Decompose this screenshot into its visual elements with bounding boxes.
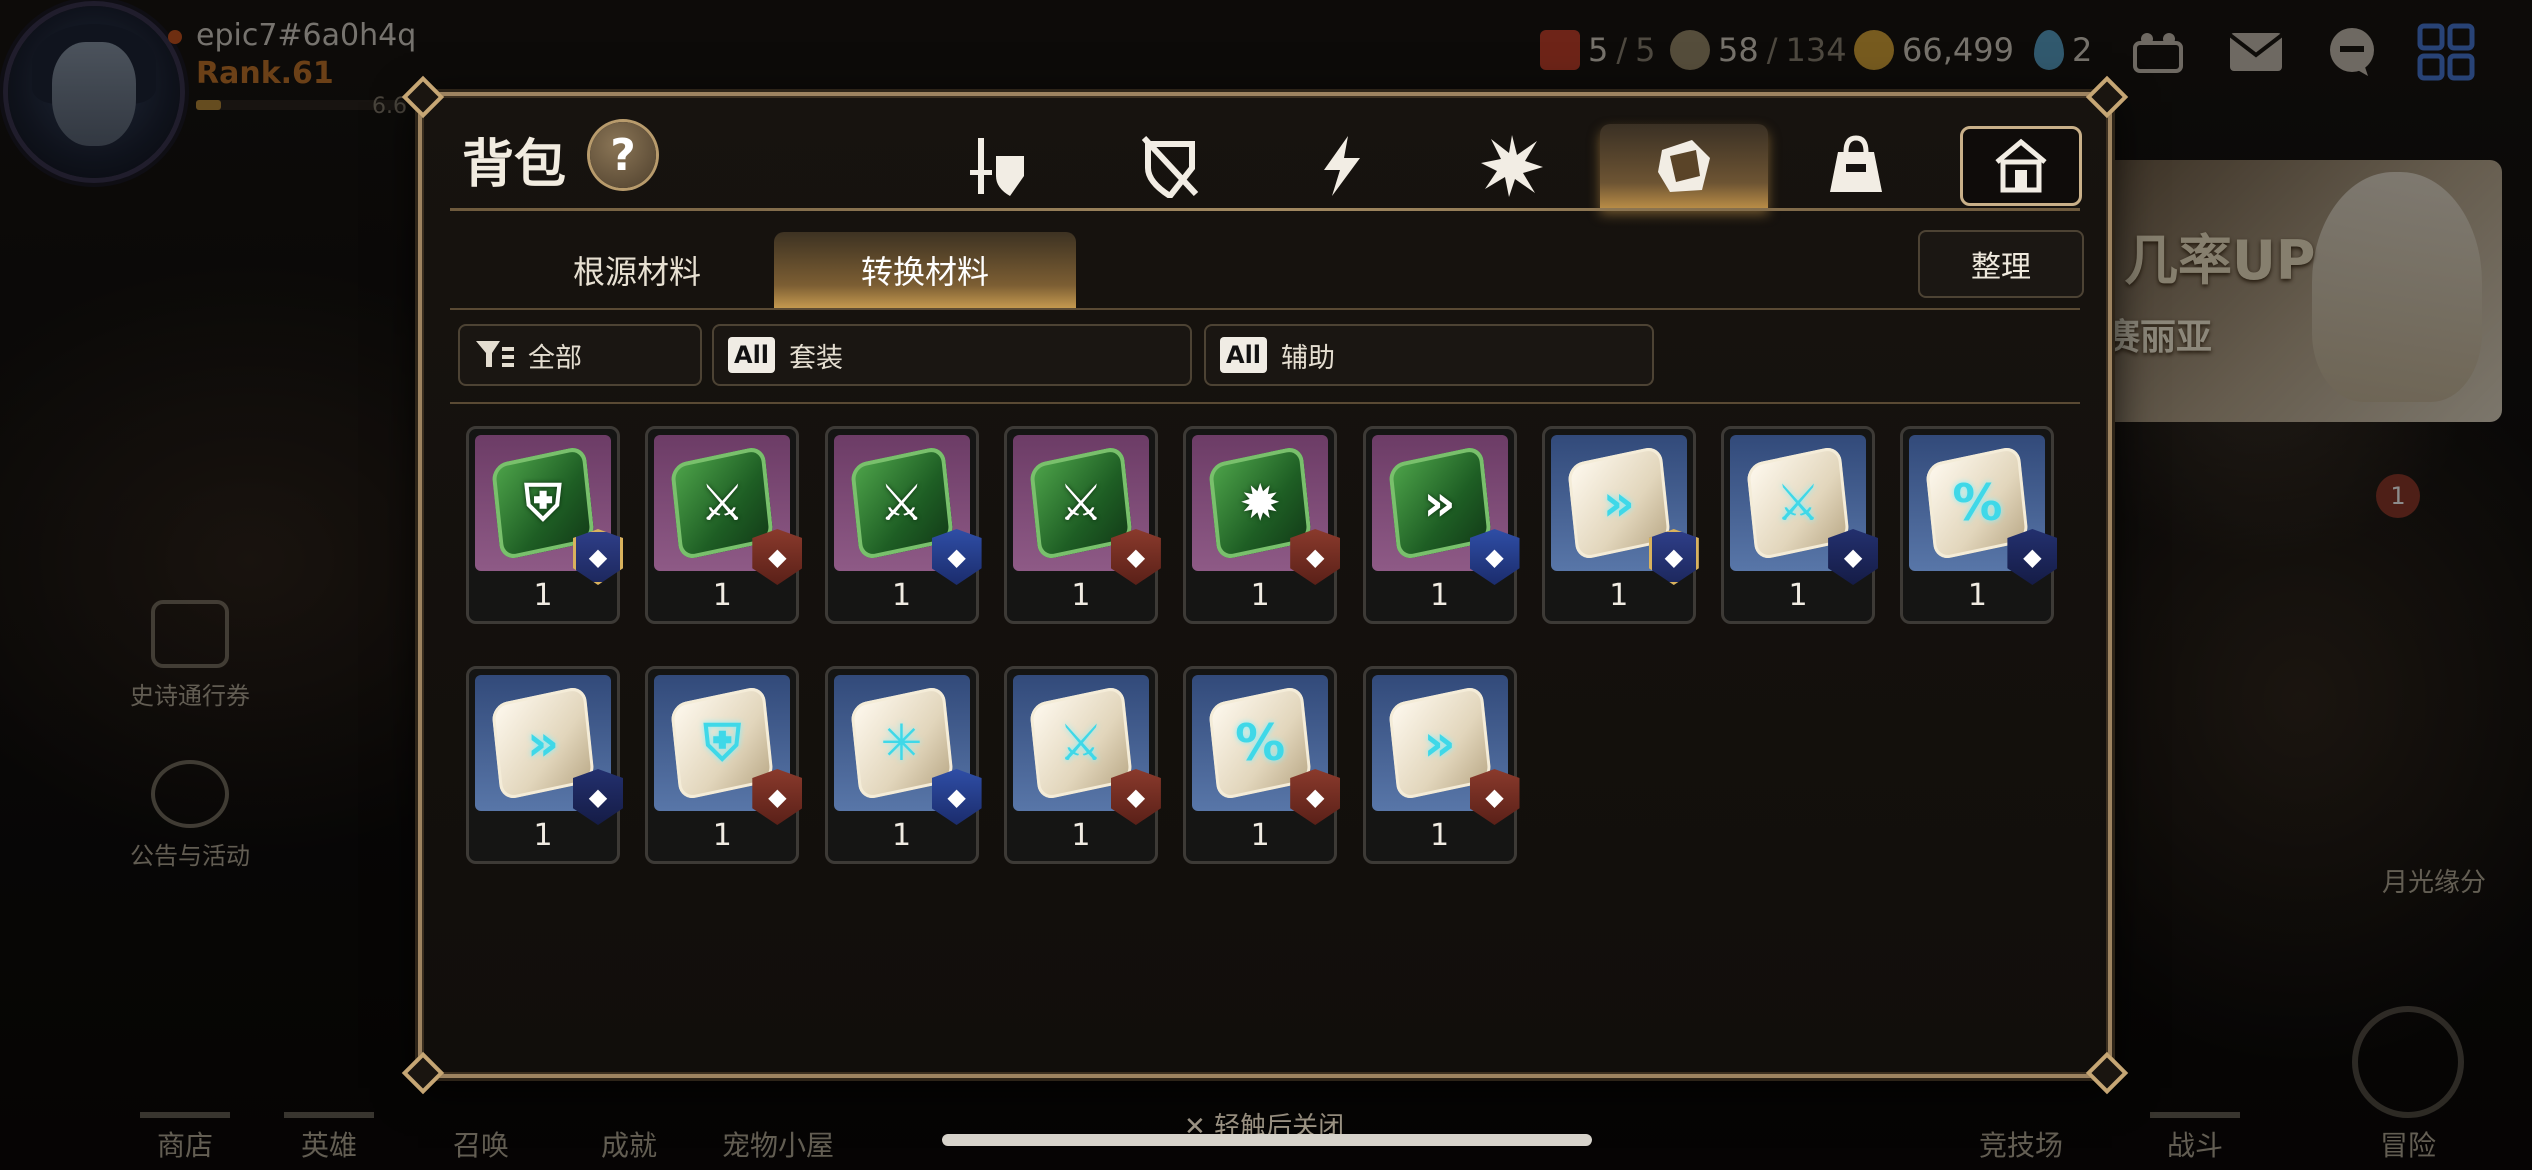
subtab-divider <box>450 308 2080 310</box>
subtab-conversion-materials[interactable]: 转换材料 <box>774 232 1076 308</box>
item-count: 1 <box>1071 578 1091 613</box>
item-slot[interactable]: » ◆ 1 <box>466 666 623 864</box>
counter-set-icon: ◆ <box>1110 769 1161 825</box>
tab-divider <box>450 208 2080 211</box>
item-slot[interactable]: » ◆ 1 <box>1541 426 1699 624</box>
sort-button[interactable]: 整理 <box>1918 230 2084 298</box>
speed-set-icon: ◆ <box>1469 529 1520 585</box>
rune-glyph-icon: ⚔ <box>879 474 924 532</box>
lifesteal-set-icon: ◆ <box>1290 529 1341 585</box>
rune-glyph-icon: % <box>1235 714 1286 772</box>
item-slot[interactable]: % ◆ 1 <box>1900 426 2058 624</box>
health-set-icon: ◆ <box>573 769 623 825</box>
health-set-icon: ◆ <box>1828 529 1879 585</box>
tab-special[interactable] <box>1428 124 1596 208</box>
health-set-icon: ◆ <box>2007 529 2058 585</box>
item-count: 1 <box>1429 578 1450 613</box>
destruction-set-icon: ◆ <box>752 529 803 585</box>
item-slot[interactable]: ⚔ ◆ 1 <box>645 426 803 624</box>
panel-title: 背包 <box>462 135 567 195</box>
rune-glyph-icon: » <box>1602 474 1635 532</box>
item-slot[interactable]: ⚔ ◆ 1 <box>1003 426 1161 624</box>
filter-divider <box>450 402 2080 404</box>
item-count: 1 <box>1250 818 1270 853</box>
filter-set-label: 套装 <box>789 342 844 374</box>
tab-storage[interactable] <box>1960 126 2082 206</box>
attack-set-icon: ◆ <box>931 529 982 585</box>
rune-glyph-icon: ✳ <box>880 714 923 772</box>
shield-slash-icon <box>1141 135 1199 198</box>
rune-glyph-icon: ⚔ <box>1058 474 1104 532</box>
tab-catalyst[interactable] <box>1258 124 1426 208</box>
item-count: 1 <box>1788 578 1808 613</box>
subtab-origin-materials[interactable]: 根源材料 <box>486 232 788 308</box>
help-button[interactable]: ? <box>590 122 656 188</box>
rune-glyph-icon: ⚔ <box>699 474 745 532</box>
tab-consumables[interactable] <box>1772 124 1940 208</box>
item-slot[interactable]: » ◆ 1 <box>1362 426 1520 624</box>
item-slot[interactable]: ⚔ ◆ 1 <box>824 426 982 624</box>
item-count: 1 <box>1250 578 1270 613</box>
tab-equipment[interactable] <box>914 124 1082 208</box>
rune-glyph-icon: ⚔ <box>1775 474 1821 532</box>
counter-set-icon: ◆ <box>1290 769 1341 825</box>
filter-all-label: 全部 <box>528 342 582 374</box>
tab-artifact[interactable] <box>1086 124 1254 208</box>
item-count: 1 <box>1967 578 1987 613</box>
burst-icon <box>1481 135 1543 197</box>
item-count: 1 <box>533 818 553 853</box>
item-count: 1 <box>712 818 732 853</box>
filter-support-label: 辅助 <box>1281 342 1336 374</box>
filter-all-dropdown[interactable]: 全部 <box>458 324 702 386</box>
item-count: 1 <box>1609 578 1629 613</box>
filter-set-dropdown[interactable]: All 套装 <box>712 324 1192 386</box>
item-slot[interactable]: ⚔ ◆ 1 <box>1003 666 1161 864</box>
item-count: 1 <box>892 578 912 613</box>
counter-set-icon: ◆ <box>1469 769 1520 825</box>
item-slot[interactable]: ✹ ◆ 1 <box>1183 426 1341 624</box>
bag-icon <box>1830 135 1882 192</box>
filter-support-badge: All <box>1220 337 1268 373</box>
lightning-icon <box>1324 136 1360 196</box>
guard-set-icon: ◆ <box>573 529 623 585</box>
rune-glyph-icon: » <box>1423 474 1456 532</box>
rune-glyph-icon: ⛨ <box>703 713 742 772</box>
filter-support-dropdown[interactable]: All 辅助 <box>1204 324 1654 386</box>
rune-glyph-icon: % <box>1952 474 2003 532</box>
tab-materials[interactable] <box>1600 124 1768 208</box>
weapon-armor-icon <box>970 138 1024 196</box>
item-slot[interactable]: ✳ ◆ 1 <box>824 666 982 864</box>
filter-set-badge: All <box>728 337 776 373</box>
item-count: 1 <box>1071 818 1091 853</box>
filter-icon <box>476 341 514 367</box>
storage-house-icon <box>1995 138 2047 193</box>
critical-set-icon: ◆ <box>1648 529 1699 585</box>
item-slot[interactable]: % ◆ 1 <box>1183 666 1341 864</box>
bag-panel: 背包 ? 根源材料 转换材料 整理 全部 All 套装 All 辅助 ⛨ ◆ 1 ⚔ ◆… <box>401 75 2129 1095</box>
item-slot[interactable]: » ◆ 1 <box>1362 666 1520 864</box>
rune-glyph-icon: ⛨ <box>524 473 562 532</box>
item-slot[interactable]: ⚔ ◆ 1 <box>1721 426 1879 624</box>
immunity-set-icon: ◆ <box>752 769 803 825</box>
rune-glyph-icon: ⚔ <box>1058 714 1104 772</box>
material-stone-icon <box>1658 140 1710 192</box>
item-count: 1 <box>1429 818 1450 853</box>
item-slot[interactable]: ⛨ ◆ 1 <box>645 666 803 864</box>
item-count: 1 <box>892 818 912 853</box>
rune-glyph-icon: » <box>526 714 560 772</box>
item-count: 1 <box>533 578 553 613</box>
home-indicator <box>942 1134 1592 1146</box>
item-slot[interactable]: ⛨ ◆ 1 <box>466 426 623 624</box>
attack-set-icon: ◆ <box>931 769 982 825</box>
rune-glyph-icon: » <box>1423 714 1456 772</box>
lifesteal-set-icon: ◆ <box>1110 529 1161 585</box>
rune-glyph-icon: ✹ <box>1239 474 1282 532</box>
item-count: 1 <box>712 578 732 613</box>
